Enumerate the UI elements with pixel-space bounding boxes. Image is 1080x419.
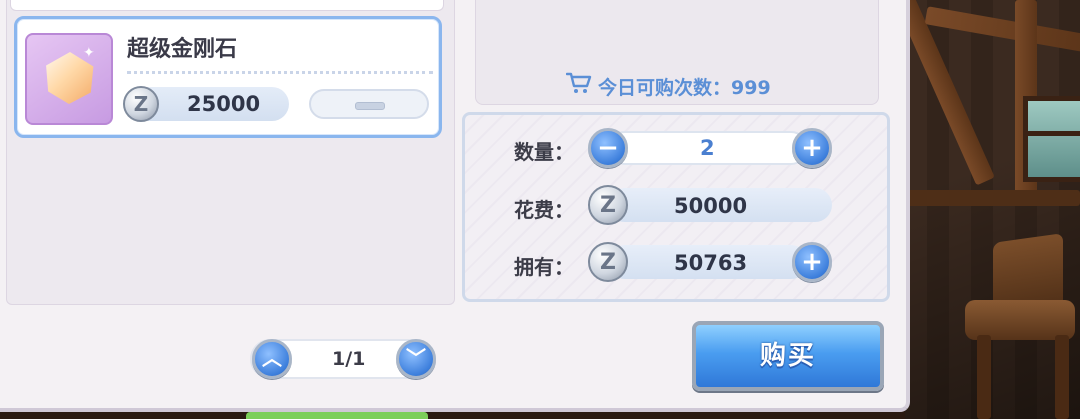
buy-button[interactable]: 购买 [692,321,884,391]
bottom-tab-edge [246,412,428,419]
daily-purchase-limit: 今日可购次数：999 [565,72,771,100]
add-currency-button[interactable]: + [792,242,832,282]
owned-value: 50763 [674,251,748,275]
page-up-button[interactable]: ︿ [252,339,292,379]
chair-leg [977,335,991,419]
increase-quantity-button[interactable]: + [792,128,832,168]
chair-leg [1055,335,1069,419]
wood-beam [924,6,1080,52]
zeny-coin-icon: Z [588,242,628,282]
divider [127,71,433,74]
window [1023,96,1080,182]
page-indicator: 1/1 [332,348,366,370]
minus-icon [355,102,385,110]
background-scene [905,0,1080,419]
cart-icon [565,72,592,99]
zeny-coin-icon: Z [123,86,159,122]
diamond-icon: ✦ [25,33,113,125]
cost-value: 50000 [674,194,748,218]
item-price-value: 25000 [187,92,261,116]
zeny-coin-icon: Z [588,185,628,225]
cost-label: 花费： [514,198,574,222]
daily-limit-text: 今日可购次数：999 [598,77,771,99]
item-name: 超级金刚石 [127,37,238,62]
quantity-value: 2 [700,136,715,160]
quantity-label: 数量： [514,140,574,164]
remove-from-cart-button[interactable] [309,89,429,119]
page-down-button[interactable]: ﹀ [396,339,436,379]
shop-panel: ✦ 超级金刚石 Z 25000 今日可购次数：999 数量： 2 − + 花费： [0,0,910,412]
item-price: Z 25000 [123,86,289,122]
pagination: ︿ 1/1 ﹀ [250,339,436,379]
owned-label: 拥有： [514,255,574,279]
previous-item-edge [10,0,444,11]
chair-seat [965,300,1075,340]
wood-beam [905,190,1080,206]
shop-item-card[interactable]: ✦ 超级金刚石 Z 25000 [14,16,442,138]
decrease-quantity-button[interactable]: − [588,128,628,168]
sparkle-icon: ✦ [83,45,95,61]
